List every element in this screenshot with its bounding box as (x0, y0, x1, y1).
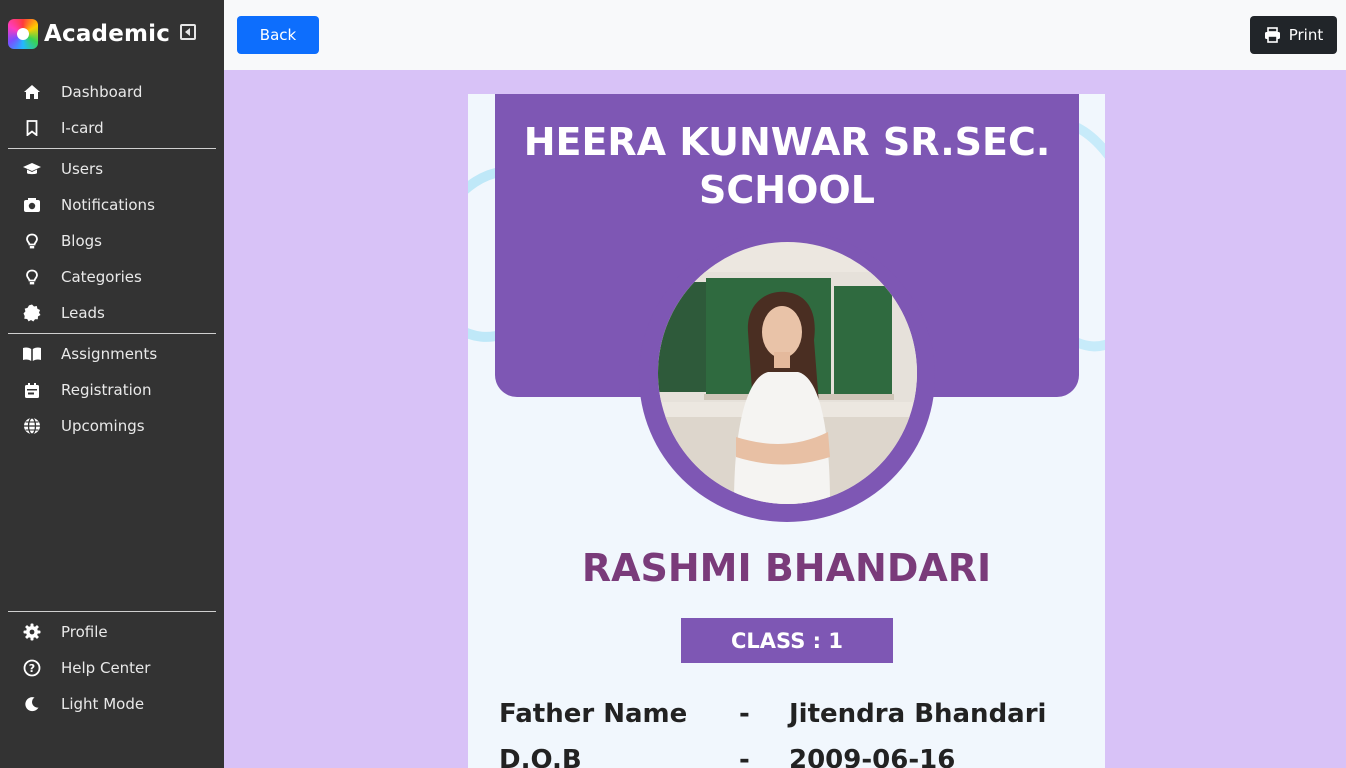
brand[interactable]: Academic (8, 18, 170, 50)
graduation-cap-icon (22, 159, 42, 179)
print-button-label: Print (1288, 26, 1324, 44)
sidebar-item-assignments[interactable]: Assignments (22, 342, 157, 366)
sidebar-item-label: Help Center (61, 659, 151, 677)
sidebar-item-users[interactable]: Users (22, 157, 103, 181)
sidebar-item-label: Dashboard (61, 83, 143, 101)
sidebar-divider (8, 611, 216, 612)
top-toolbar: Back Print (224, 0, 1346, 70)
sidebar-item-label: Upcomings (61, 417, 145, 435)
moon-icon (22, 694, 42, 714)
lightbulb-icon (22, 267, 42, 287)
camera-icon (22, 195, 42, 215)
sidebar-item-label: I-card (61, 119, 104, 137)
app-title: Academic (44, 21, 171, 47)
detail-row-dob: D.O.B - 2009-06-16 (499, 742, 955, 768)
sidebar-item-label: Users (61, 160, 104, 178)
sidebar-divider (8, 148, 216, 149)
sidebar-item-notifications[interactable]: Notifications (22, 193, 155, 217)
sidebar-item-registration[interactable]: Registration (22, 378, 151, 402)
student-photo (658, 242, 917, 504)
home-icon (22, 82, 42, 102)
sidebar-item-label: Notifications (61, 196, 155, 214)
sidebar-item-label: Assignments (61, 345, 158, 363)
sidebar-item-light-mode[interactable]: Light Mode (22, 692, 144, 716)
sidebar-item-leads[interactable]: Leads (22, 301, 105, 325)
sidebar-item-label: Blogs (61, 232, 102, 250)
collapse-sidebar-icon[interactable] (180, 24, 196, 40)
back-button[interactable]: Back (237, 16, 319, 54)
sidebar-item-categories[interactable]: Categories (22, 265, 142, 289)
sidebar-item-label: Light Mode (61, 695, 145, 713)
detail-label: Father Name (499, 699, 688, 729)
school-name: HEERA KUNWAR SR.SEC. SCHOOL (523, 120, 1051, 212)
svg-text:?: ? (29, 662, 35, 675)
student-name: RASHMI BHANDARI (581, 546, 992, 590)
book-open-icon (22, 344, 42, 364)
bookmark-icon (22, 118, 42, 138)
sidebar-item-label: Leads (61, 304, 105, 322)
lightbulb-icon (22, 231, 42, 251)
detail-separator: - (739, 699, 750, 729)
back-button-label: Back (259, 26, 297, 44)
printer-icon (1264, 27, 1281, 43)
detail-value: 2009-06-16 (789, 745, 956, 768)
sidebar-item-upcomings[interactable]: Upcomings (22, 414, 145, 438)
sidebar-item-icard[interactable]: I-card (22, 116, 104, 140)
detail-row-father-name: Father Name - Jitendra Bhandari (499, 696, 1046, 732)
gear-icon (22, 622, 42, 642)
class-badge: CLASS : 1 (681, 618, 893, 663)
sidebar-item-label: Profile (61, 623, 108, 641)
sidebar-item-label: Categories (61, 268, 142, 286)
detail-label: D.O.B (499, 745, 582, 768)
sidebar-divider (8, 333, 216, 334)
sidebar-item-blogs[interactable]: Blogs (22, 229, 102, 253)
sidebar-item-profile[interactable]: Profile (22, 620, 108, 644)
certificate-icon (22, 303, 42, 323)
sidebar: Academic Dashboard I-card Users Notifica… (0, 0, 224, 768)
question-circle-icon: ? (22, 658, 42, 678)
sidebar-item-label: Registration (61, 381, 152, 399)
detail-value: Jitendra Bhandari (789, 699, 1047, 729)
globe-icon (22, 416, 42, 436)
detail-separator: - (739, 745, 750, 768)
sidebar-item-dashboard[interactable]: Dashboard (22, 80, 142, 104)
id-card: HEERA KUNWAR SR.SEC. SCHOOL RASHMI BHAND… (468, 94, 1105, 768)
sidebar-item-help-center[interactable]: ? Help Center (22, 656, 150, 680)
calendar-icon (22, 380, 42, 400)
app-logo-icon (8, 19, 38, 49)
print-button[interactable]: Print (1250, 16, 1337, 54)
